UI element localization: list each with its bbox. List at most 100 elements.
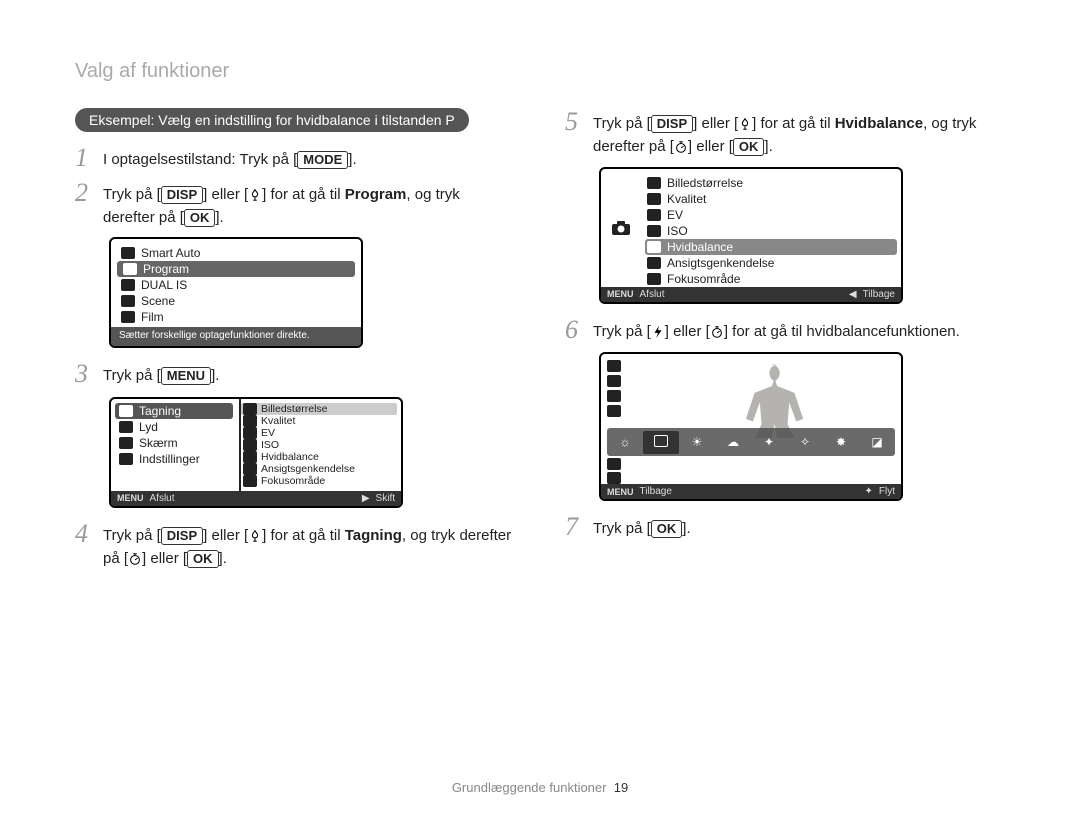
menu-tab[interactable]: Skærm [115, 435, 235, 451]
wb-option[interactable]: ☀ [679, 435, 715, 449]
quality-icon [243, 415, 257, 427]
sound-icon [119, 421, 133, 433]
shoot-item[interactable]: Kvalitet [645, 191, 897, 207]
menu-item[interactable]: Kvalitet [241, 415, 397, 427]
wb-option[interactable]: ☁ [715, 435, 751, 449]
menu-item[interactable]: Fokusområde [241, 475, 397, 487]
quality-icon [647, 193, 661, 205]
scene-icon [121, 295, 135, 307]
wb-current-label: Dagslys [645, 412, 684, 424]
shoot-item[interactable]: EV [645, 207, 897, 223]
menu-button-label: MENU [161, 367, 211, 385]
wb-option[interactable]: ✸ [823, 435, 859, 449]
shoot-item[interactable]: Billedstørrelse [645, 175, 897, 191]
shoot-item[interactable]: Fokusområde [645, 271, 897, 287]
mode-item[interactable]: Scene [111, 293, 361, 309]
display-icon [119, 437, 133, 449]
step-1: 1 I optagelsestilstand: Tryk på [MODE]. [75, 144, 515, 173]
ev-icon [607, 390, 621, 402]
menu-item[interactable]: EV [241, 427, 397, 439]
mode-item-selected[interactable]: Program [117, 261, 355, 277]
size-icon [243, 403, 257, 415]
macro-icon [248, 529, 262, 543]
timer-icon [710, 325, 724, 339]
disp-button-label: DISP [161, 527, 203, 545]
macro-icon [738, 117, 752, 131]
move-icon: ✦ [865, 486, 873, 497]
column-right: 5 Tryk på [DISP] eller [] for at gå til … [565, 108, 1005, 576]
mode-list-panel: Smart Auto Program DUAL IS Scene Film Sæ… [109, 237, 363, 348]
step-text: I optagelsestilstand: Tryk på [ [103, 151, 297, 168]
mode-button-label: MODE [297, 151, 348, 169]
column-left: Eksempel: Vælg en indstilling for hvidba… [75, 108, 515, 576]
mode-item[interactable]: Smart Auto [111, 245, 361, 261]
shoot-item[interactable]: Ansigtsgenkendelse [645, 255, 897, 271]
step-5: 5 Tryk på [DISP] eller [] for at gå til … [565, 108, 1005, 159]
page-title: Valg af funktioner [75, 60, 1005, 83]
menu-icon: MENU [607, 487, 634, 497]
panel-footer: MENU Afslut ▶ Skift [111, 491, 401, 506]
step-2: 2 Tryk på [DISP] eller [] for at gå til … [75, 179, 515, 230]
wb-option[interactable]: ✦ [751, 435, 787, 449]
right-arrow-icon: ▶ [362, 493, 370, 504]
mode-item[interactable]: DUAL IS [111, 277, 361, 293]
step-number: 4 [75, 520, 103, 549]
menu-item[interactable]: ISO [241, 439, 397, 451]
face-icon [243, 463, 257, 475]
panel-footer: MENU Afslut ◀ Tilbage [601, 287, 901, 302]
step-3: 3 Tryk på [MENU]. [75, 360, 515, 389]
wb-option[interactable]: ☼ [607, 435, 643, 449]
step-number: 1 [75, 144, 103, 173]
step-number: 6 [565, 316, 593, 345]
ok-button-label: OK [187, 550, 219, 568]
page-footer: Grundlæggende funktioner 19 [0, 780, 1080, 795]
menu-icon: MENU [117, 493, 144, 503]
camera-icon [611, 220, 631, 236]
focus-icon [607, 472, 621, 484]
disp-button-label: DISP [161, 186, 203, 204]
step-number: 2 [75, 179, 103, 208]
left-arrow-icon: ◀ [849, 289, 857, 300]
menu-item[interactable]: Hvidbalance [241, 451, 397, 463]
iso-icon [243, 439, 257, 451]
wb-option[interactable]: ✧ [787, 435, 823, 449]
shooting-menu-panel: Billedstørrelse Kvalitet EV ISO Hvidbala… [599, 167, 903, 304]
disp-button-label: DISP [651, 115, 693, 133]
menu-tab-selected[interactable]: Tagning [115, 403, 233, 419]
iso-icon [607, 405, 621, 417]
step-number: 5 [565, 108, 593, 137]
ok-button-label: OK [651, 520, 683, 538]
size-icon [647, 177, 661, 189]
menu-item[interactable]: Billedstørrelse [241, 403, 397, 415]
step-7: 7 Tryk på [OK]. [565, 513, 1005, 542]
settings-icon [119, 453, 133, 465]
wb-option[interactable]: ◪ [859, 435, 895, 449]
flash-icon [651, 325, 665, 339]
wb-options-strip[interactable]: ☼ ☀ ☁ ✦ ✧ ✸ ◪ [607, 428, 895, 456]
dual-is-icon [121, 279, 135, 291]
wb-preview-panel: Dagslys ☼ ☀ ☁ ✦ ✧ ✸ ◪ [599, 352, 903, 501]
smart-auto-icon [121, 247, 135, 259]
wb-icon [647, 241, 661, 253]
wb-option-selected[interactable] [643, 431, 679, 454]
shoot-item-selected[interactable]: Hvidbalance [645, 239, 897, 255]
quality-icon [607, 375, 621, 387]
wb-icon [243, 451, 257, 463]
mode-item[interactable]: Film [111, 309, 361, 325]
menu-panel: Tagning Lyd Skærm Indstillinger Billedst… [109, 397, 403, 508]
program-icon [123, 263, 137, 275]
focus-icon [647, 273, 661, 285]
menu-tab[interactable]: Indstillinger [115, 451, 235, 467]
timer-icon [128, 552, 142, 566]
face-icon [607, 458, 621, 470]
menu-tab[interactable]: Lyd [115, 419, 235, 435]
ok-button-label: OK [733, 138, 765, 156]
example-pill: Eksempel: Vælg en indstilling for hvidba… [75, 108, 469, 132]
shoot-item[interactable]: ISO [645, 223, 897, 239]
step-number: 7 [565, 513, 593, 542]
preview-silhouette [661, 360, 895, 438]
face-icon [647, 257, 661, 269]
size-icon [607, 360, 621, 372]
menu-item[interactable]: Ansigtsgenkendelse [241, 463, 397, 475]
mode-description: Sætter forskellige optagefunktioner dire… [111, 327, 361, 346]
